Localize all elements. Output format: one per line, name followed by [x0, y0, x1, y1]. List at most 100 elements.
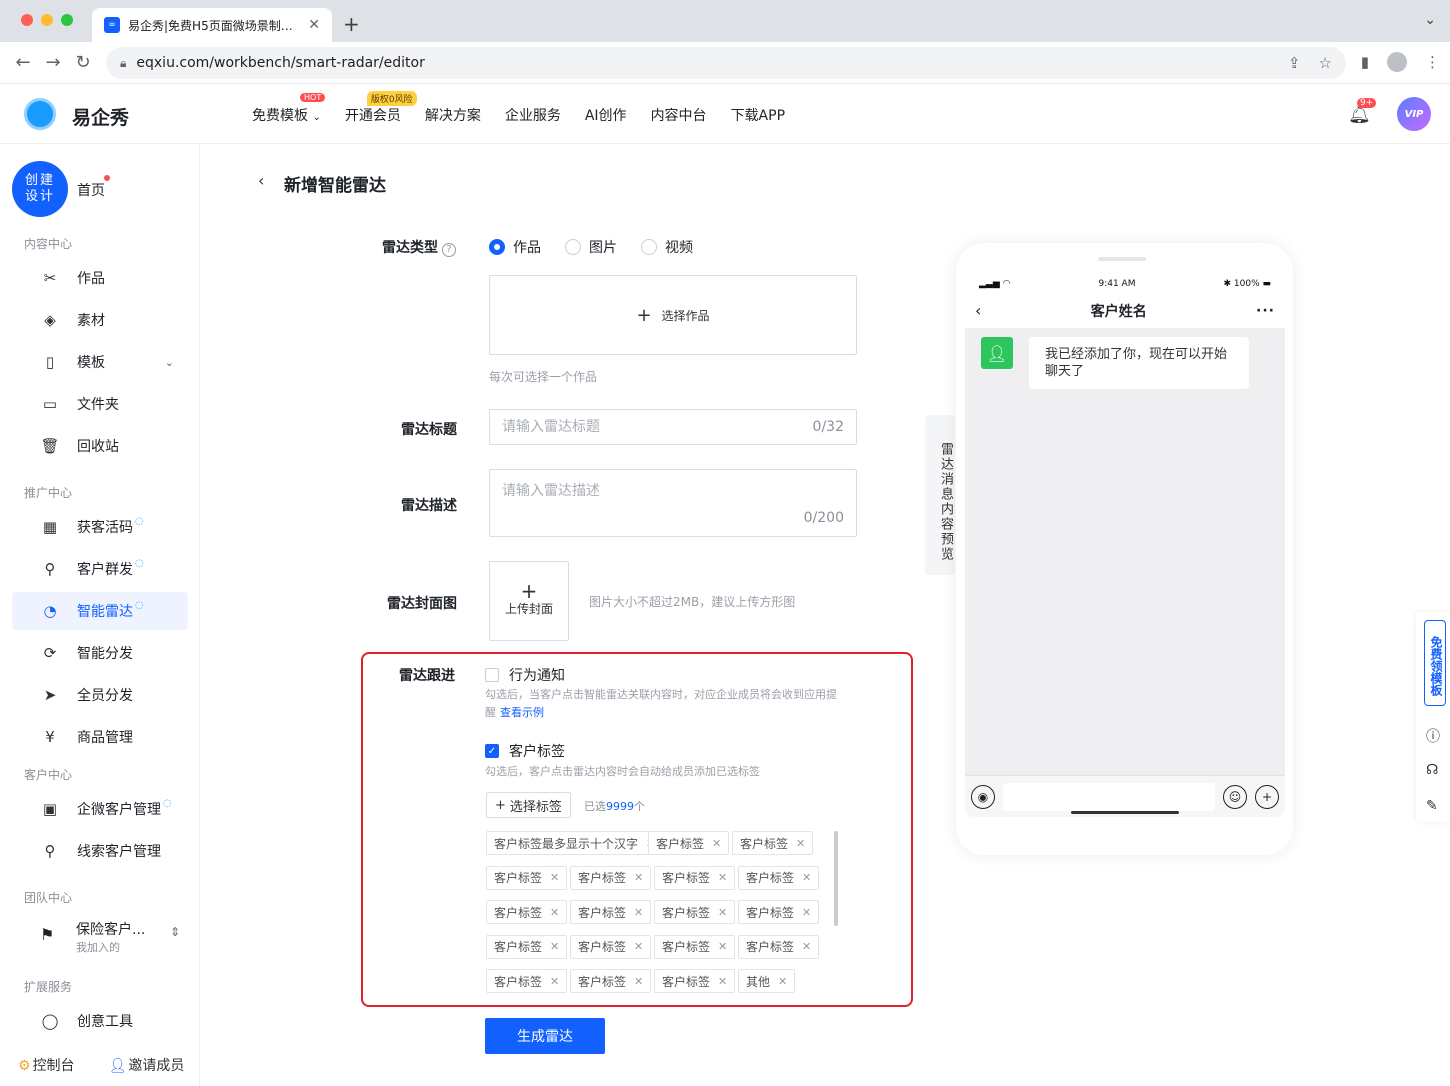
free-template-button[interactable]: 免费领模板 [1424, 620, 1446, 706]
behavior-desc: 勾选后，当客户点击智能雷达关联内容时，对应企业成员将会收到应用提醒 查看示例 [485, 688, 837, 719]
nav-ai-create[interactable]: AI创作 [585, 105, 627, 125]
nav-free-templates[interactable]: 免费模板 ⌄ HOT [252, 93, 326, 125]
sidebar-item-all-staff[interactable]: ➤ 全员分发 [12, 676, 188, 714]
help-icon[interactable]: ? [442, 243, 456, 257]
sidepanel-icon[interactable]: ▮ [1361, 53, 1369, 71]
invite-link[interactable]: 👤︎ 邀请成员 [109, 1055, 185, 1075]
nav-content-hub[interactable]: 内容中台 [651, 105, 707, 125]
remove-tag-icon[interactable]: ✕ [778, 975, 787, 988]
remove-tag-icon[interactable]: ✕ [550, 871, 559, 884]
minimize-window-button[interactable] [41, 14, 53, 26]
radio-image[interactable]: 图片 [565, 237, 617, 257]
sidebar-item-smart-radar[interactable]: ◔ 智能雷达 ◌ [12, 592, 188, 630]
radar-title-input[interactable]: 请输入雷达标题 0/32 [489, 409, 857, 445]
send-icon: ➤ [43, 686, 57, 704]
tag-chip: 客户标签 ✕ [738, 865, 820, 890]
create-design-button[interactable]: 创建 设计 [12, 161, 68, 217]
sidebar-item-home[interactable]: 首页 [77, 180, 105, 200]
remove-tag-icon[interactable]: ✕ [712, 837, 721, 850]
right-floating-rail: 免费领模板 ⓘ ☊ ✎ [1416, 612, 1450, 822]
remove-tag-icon[interactable]: ✕ [718, 975, 727, 988]
user-send-icon: ⚲ [44, 560, 56, 578]
radio-video[interactable]: 视频 [641, 237, 693, 257]
upload-cover-button[interactable]: + 上传封面 [489, 561, 569, 641]
sidebar-item-leads[interactable]: ⚲ 线索客户管理 [12, 832, 188, 870]
bookmark-star-icon[interactable]: ☆ [1319, 54, 1332, 72]
behavior-notify-checkbox[interactable]: 行为通知 [485, 665, 565, 685]
radar-desc-input[interactable]: 请输入雷达描述 0/200 [489, 469, 857, 537]
logo-text[interactable]: 易企秀 [72, 103, 129, 130]
chevron-updown-icon: ⇕ [169, 925, 180, 939]
close-window-button[interactable] [21, 14, 33, 26]
customer-tag-checkbox[interactable]: ✓ 客户标签 [485, 741, 565, 761]
logo-icon[interactable] [24, 98, 56, 130]
sidebar-item-wecom-customers[interactable]: ▣ 企微客户管理 ◌ [12, 790, 188, 828]
remove-tag-icon[interactable]: ✕ [718, 871, 727, 884]
view-example-link[interactable]: 查看示例 [500, 706, 544, 719]
remove-tag-icon[interactable]: ✕ [802, 871, 811, 884]
sidebar-item-products[interactable]: ¥ 商品管理 [12, 718, 188, 756]
sidebar-item-works[interactable]: ✂ 作品 [12, 259, 188, 297]
headset-icon[interactable]: ☊ [1426, 762, 1438, 778]
browser-tab[interactable]: ∞ 易企秀|免费H5页面微场景制作工 ✕ [92, 8, 332, 42]
selected-count: 已选9999个 [584, 800, 645, 813]
sidebar-item-recycle[interactable]: 🗑︎ 回收站 [12, 427, 188, 465]
back-icon[interactable]: ← [8, 52, 38, 73]
profile-icon[interactable] [1387, 52, 1407, 72]
remove-tag-icon[interactable]: ✕ [802, 906, 811, 919]
radio-works[interactable]: 作品 [489, 237, 541, 257]
tag-list-scrollbar[interactable] [834, 831, 838, 926]
address-bar[interactable]: 🔒︎ eqxiu.com/workbench/smart-radar/edito… [106, 47, 1346, 79]
trash-icon: 🗑︎ [40, 437, 60, 455]
tag-chip: 客户标签 ✕ [738, 934, 820, 959]
select-tag-button[interactable]: + 选择标签 [486, 792, 571, 818]
nav-solutions[interactable]: 解决方案 [425, 105, 481, 125]
sidebar-item-templates[interactable]: ▯ 模板 ⌄ [12, 343, 188, 381]
reload-icon[interactable]: ↻ [68, 52, 98, 73]
maximize-window-button[interactable] [61, 14, 73, 26]
main-content: ‹ 新增智能雷达 雷达类型? 作品 图片 视频 + 选择作品 每次可选择一个作品 … [200, 145, 1450, 1086]
tab-search-icon[interactable]: ⌄ [1424, 12, 1436, 28]
tab-title: 易企秀|免费H5页面微场景制作工 [128, 18, 301, 33]
remove-tag-icon[interactable]: ✕ [718, 940, 727, 953]
cover-hint: 图片大小不超过2MB，建议上传方形图 [589, 595, 796, 609]
sidebar-item-creative-tools[interactable]: ◯ 创意工具 [12, 1002, 188, 1040]
back-arrow-icon[interactable]: ‹ [258, 171, 264, 190]
remove-tag-icon[interactable]: ✕ [718, 906, 727, 919]
select-work-button[interactable]: + 选择作品 [489, 275, 857, 355]
share-icon[interactable]: ⇪ [1288, 54, 1301, 72]
remove-tag-icon[interactable]: ✕ [634, 871, 643, 884]
sidebar-item-folder[interactable]: ▭ 文件夹 [12, 385, 188, 423]
sidebar-item-mass-send[interactable]: ⚲ 客户群发 ◌ [12, 550, 188, 588]
nav-download-app[interactable]: 下载APP [731, 105, 785, 125]
forward-icon[interactable]: → [38, 52, 68, 73]
help-circle-icon[interactable]: ⓘ [1426, 726, 1440, 746]
team-switcher[interactable]: ⚑ 保险客户... 我加入的 ⇕ [40, 917, 190, 957]
feedback-icon[interactable]: ✎ [1426, 798, 1438, 814]
tag-chip: 客户标签 ✕ [654, 900, 736, 924]
remove-tag-icon[interactable]: ✕ [634, 975, 643, 988]
sidebar-item-qrcode[interactable]: ▦ 获客活码 ◌ [12, 508, 188, 546]
remove-tag-icon[interactable]: ✕ [802, 940, 811, 953]
remove-tag-icon[interactable]: ✕ [796, 837, 805, 850]
nav-enterprise[interactable]: 企业服务 [505, 105, 561, 125]
nav-membership[interactable]: 开通会员 版权0风险 [345, 91, 417, 125]
preview-tab[interactable]: 雷达消息内容预览 [925, 415, 955, 575]
close-tab-icon[interactable]: ✕ [308, 17, 320, 33]
sidebar-footer: ⚙ 控制台 👤︎ 邀请成员 [18, 1055, 184, 1075]
new-tab-icon[interactable]: + [343, 12, 360, 36]
remove-tag-icon[interactable]: ✕ [550, 975, 559, 988]
remove-tag-icon[interactable]: ✕ [634, 940, 643, 953]
sidebar-item-smart-distribute[interactable]: ⟳ 智能分发 [12, 634, 188, 672]
browser-menu-icon[interactable]: ⋮ [1425, 53, 1440, 71]
remove-tag-icon[interactable]: ✕ [550, 906, 559, 919]
generate-radar-button[interactable]: 生成雷达 [485, 1018, 605, 1054]
remove-tag-icon[interactable]: ✕ [550, 940, 559, 953]
console-link[interactable]: ⚙ 控制台 [18, 1055, 75, 1075]
avatar[interactable]: VIP [1397, 97, 1431, 131]
chat-header: ‹ 客户姓名 ··· [965, 293, 1285, 329]
remove-tag-icon[interactable]: ✕ [634, 906, 643, 919]
team-subtitle: 我加入的 [76, 941, 120, 954]
sidebar-item-materials[interactable]: ◈ 素材 [12, 301, 188, 339]
status-time: 9:41 AM [1098, 279, 1136, 289]
